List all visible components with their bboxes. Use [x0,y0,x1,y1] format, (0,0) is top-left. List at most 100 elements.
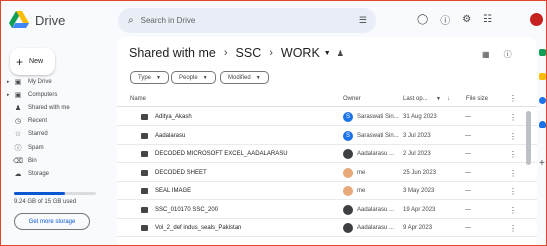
new-button[interactable]: + New [10,48,55,75]
apps-grid-icon[interactable]: ☷ [483,12,492,27]
table-row[interactable]: SSC_010170 SSC_200 Aadalarasu ... 19 Apr 2… [117,201,537,219]
owner-name: Aadalarasu ... [357,225,395,231]
shared-people-icon: ♟ [336,48,344,58]
help-icon[interactable]: ⓘ [440,12,450,27]
table-row[interactable]: DECODED SHEET me 25 Jun 2023 — ⋮ [117,164,537,182]
more-vert-icon[interactable]: ⋮ [509,150,517,159]
sidebar-item-label: My Drive [28,79,52,85]
sidebar-item-storage[interactable]: ☁ Storage [7,170,111,178]
owner-avatar: S [343,130,353,141]
contacts-icon[interactable] [539,121,546,128]
sidebar-item-my-drive[interactable]: ▸ ▣ My Drive [7,78,111,86]
column-last-opened[interactable]: Last op... [403,96,428,102]
sidebar-item-computers[interactable]: ▸ ▣ Computers [7,91,111,99]
file-size: — [465,225,471,231]
chevron-down-icon[interactable]: ▼ [324,50,331,57]
offline-status-icon[interactable]: ◯ [417,12,428,27]
owner-name: me [357,188,366,194]
keep-icon[interactable] [539,73,546,80]
last-opened-date: 3 Jul 2023 [403,132,431,139]
file-name[interactable]: SEAL IMAGE [155,188,191,194]
more-vert-icon[interactable]: ⋮ [509,132,517,141]
table-row[interactable]: DECODED MICROSOFT EXCEL_AADALARASU Aadala… [117,145,537,163]
top-actions: ◯ ⓘ ⚙ ☷ [417,12,492,27]
more-vert-icon[interactable]: ⋮ [509,113,517,122]
sidebar-item-recent[interactable]: ◷ Recent [7,117,111,125]
shared-folder-icon [141,151,148,157]
sidebar-item-shared-with-me[interactable]: ♟ Shared with me [7,104,111,112]
table-row[interactable]: SEAL IMAGE me 3 May 2023 — ⋮ [117,182,537,200]
breadcrumb-ssc[interactable]: SSC [236,46,262,60]
sort-arrow-icon[interactable]: ↓ [447,96,450,102]
file-name[interactable]: Vol_2_def indus_seals_Pakistan [155,225,241,231]
sidebar-item-starred[interactable]: ☆ Starred [7,130,111,138]
sheets-icon[interactable] [539,49,546,56]
account-avatar[interactable] [529,12,544,27]
filter-modified-label: Modified [228,74,251,81]
file-name[interactable]: Aditya_Akash [155,114,192,120]
shared-folder-icon [141,132,148,139]
last-opened-date: 9 Apr 2023 [403,225,433,231]
tasks-icon[interactable] [539,97,546,104]
search-icon[interactable]: ⌕ [128,15,134,26]
sidebar-item-spam[interactable]: ⓘ Spam [7,143,111,153]
add-addon-icon[interactable]: + [539,158,545,169]
filter-people-label: People [179,74,198,81]
main-panel: Shared with me › SSC › WORK ▼ ♟ ▦ ⓘ Type… [117,37,537,245]
more-vert-icon[interactable]: ⋮ [509,94,517,103]
more-vert-icon[interactable]: ⋮ [509,224,517,233]
filter-type[interactable]: Type ▼ [130,71,169,84]
clock-icon: ◷ [14,118,22,125]
chevron-down-icon[interactable]: ▼ [436,96,441,102]
cloud-icon: ☁ [14,171,22,178]
more-vert-icon[interactable]: ⋮ [509,206,517,215]
file-size: — [465,132,471,139]
sidebar-item-label: Starred [28,131,48,137]
storage-quota-fill [14,192,65,195]
column-name[interactable]: Name [130,96,146,102]
file-name[interactable]: SSC_010170 SSC_200 [155,207,218,213]
breadcrumb-work[interactable]: WORK [281,46,320,60]
last-opened-date: 19 Apr 2023 [403,206,436,213]
file-name[interactable]: DECODED MICROSOFT EXCEL_AADALARASU [155,151,288,157]
breadcrumb-shared-with-me[interactable]: Shared with me [129,46,216,60]
drive-icon: ▣ [14,79,22,86]
filter-people[interactable]: People ▼ [171,71,216,84]
grid-view-icon[interactable]: ▦ [482,49,490,60]
table-row[interactable]: Vol_2_def indus_seals_Pakistan Aadalarasu… [117,219,537,237]
sidebar-item-label: Spam [28,145,44,151]
file-name[interactable]: Aadalarasu [155,133,185,139]
file-name[interactable]: DECODED SHEET [155,170,207,176]
filter-modified[interactable]: Modified ▼ [220,71,269,84]
settings-icon[interactable]: ⚙ [462,12,471,27]
shared-folder-icon [141,225,148,231]
owner-avatar [343,223,353,233]
search-options-icon[interactable]: ☰ [359,15,367,26]
more-vert-icon[interactable]: ⋮ [509,187,517,196]
more-vert-icon[interactable]: ⋮ [509,169,517,178]
scrollbar[interactable] [526,111,531,165]
people-icon: ♟ [14,105,22,112]
sidebar: + New ▸ ▣ My Drive ▸ ▣ Computers ♟ Shared with … [1,41,113,245]
table-row[interactable]: Aditya_Akash S Saraswati Sin... 31 Aug 2023… [117,108,537,126]
search-placeholder[interactable]: Search in Drive [141,16,196,25]
column-file-size[interactable]: File size [466,96,488,102]
shared-folder-icon [141,114,148,120]
owner-name: Aadalarasu ... [357,151,395,157]
owner-name: Saraswati Sin... [357,114,399,120]
column-owner[interactable]: Owner [343,96,361,102]
top-bar: Drive ⌕ Search in Drive ☰ ◯ ⓘ ⚙ ☷ [1,1,546,41]
drive-logo-icon[interactable] [9,11,29,29]
last-opened-date: 25 Jun 2023 [403,169,437,176]
search-bar[interactable]: ⌕ Search in Drive ☰ [118,8,376,33]
shared-folder-icon [141,188,148,194]
owner-name: Saraswati Sin... [357,132,399,139]
file-size: — [465,151,471,157]
sidebar-item-bin[interactable]: ⌫ Bin [7,157,111,165]
table-row[interactable]: Aadalarasu S Saraswati Sin... 3 Jul 2023 — ⋮ [117,127,537,145]
star-icon: ☆ [14,131,22,138]
get-more-storage-button[interactable]: Get more storage [14,213,90,230]
info-icon[interactable]: ⓘ [504,49,512,60]
last-opened-date: 3 May 2023 [403,188,435,194]
owner-avatar [343,204,353,215]
